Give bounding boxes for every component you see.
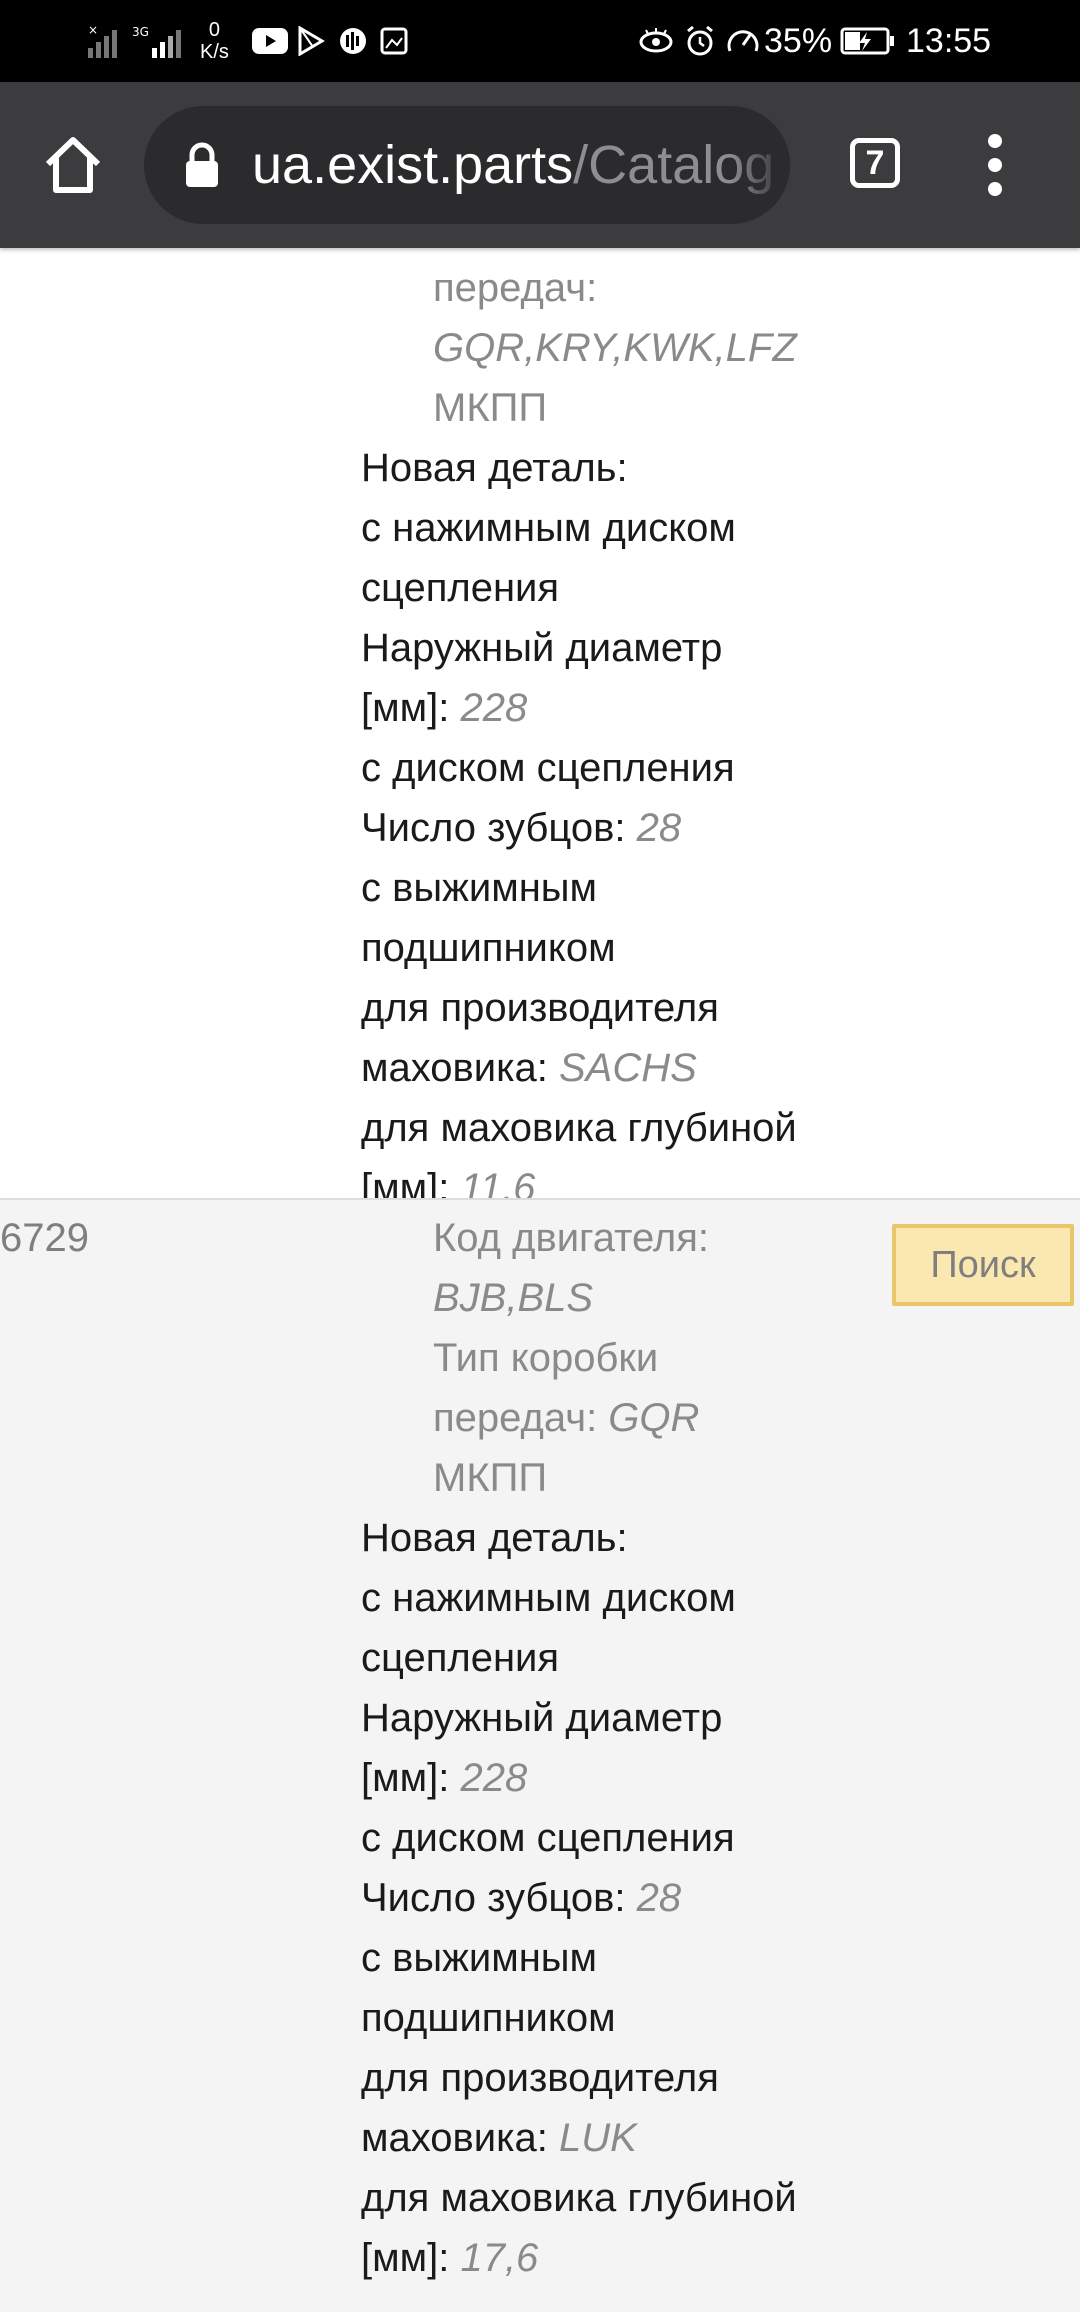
- address-bar[interactable]: ua.exist.parts/Catalog: [144, 106, 790, 224]
- detail-line: Новая деталь:: [361, 446, 628, 490]
- browser-toolbar: ua.exist.parts/Catalog 7: [0, 82, 1080, 248]
- detail-line: подшипником: [361, 1996, 616, 2040]
- eye-comfort-icon: [638, 0, 674, 82]
- lock-icon: [184, 142, 220, 188]
- page-content: передач: GQR,KRY,KWK,LFZ МКПП Новая дета…: [0, 248, 1080, 2312]
- gearbox-label: Тип коробки: [433, 1336, 659, 1380]
- detail-line: с диском сцепления: [361, 746, 735, 790]
- more-menu-icon[interactable]: [980, 134, 1010, 198]
- engine-codes: BJB,BLS: [433, 1276, 594, 1320]
- detail-line: подшипником: [361, 926, 616, 970]
- youtube-icon: [252, 0, 288, 82]
- detail-line: сцепления: [361, 566, 560, 610]
- detail-line: Число зубцов: 28: [361, 806, 682, 850]
- detail-line: маховика: SACHS: [361, 1046, 697, 1090]
- net-speed-unit: K/s: [200, 41, 229, 63]
- detail-line: Число зубцов: 28: [361, 1876, 682, 1920]
- play-store-icon: [296, 0, 326, 82]
- detail-line: Новая деталь:: [361, 1516, 628, 1560]
- detail-line: [мм]: 17,6: [361, 2236, 539, 2280]
- detail-line: с выжимным: [361, 866, 598, 910]
- signal-3g-icon: 3G: [132, 0, 188, 82]
- home-icon[interactable]: [38, 130, 108, 200]
- detail-line: с выжимным: [361, 1936, 598, 1980]
- alarm-icon: [684, 0, 716, 82]
- detail-line: с нажимным диском: [361, 506, 736, 550]
- detail-line: для маховика глубиной: [361, 1106, 797, 1150]
- url-host: ua.exist.parts: [252, 135, 574, 195]
- url-text[interactable]: ua.exist.parts/Catalog: [252, 106, 774, 224]
- tab-switcher-button[interactable]: 7: [850, 138, 900, 188]
- search-button[interactable]: Поиск: [892, 1224, 1074, 1306]
- svg-text:×: ×: [88, 24, 98, 37]
- detail-line: с нажимным диском: [361, 1576, 736, 1620]
- net-speed: 0 K/s: [200, 0, 229, 82]
- clock: 13:55: [906, 21, 992, 60]
- detail-line: с диском сцепления: [361, 1816, 735, 1860]
- catalog-item: передач: GQR,KRY,KWK,LFZ МКПП Новая дета…: [0, 248, 1080, 1210]
- transmission-type: МКПП: [433, 1456, 548, 1500]
- detail-line: [мм]: 228: [361, 686, 528, 730]
- detail-line: для производителя: [361, 986, 719, 1030]
- detail-line: Наружный диаметр: [361, 1696, 723, 1740]
- gallery-icon: [380, 0, 408, 82]
- status-bar: × 3G 0 K/s 35% 13:55: [0, 0, 1080, 82]
- gearbox-codes: передач: GQR: [433, 1396, 700, 1440]
- detail-line: для маховика глубиной: [361, 2176, 797, 2220]
- network-type: 3G: [132, 25, 149, 39]
- signal-icon: ×: [88, 0, 124, 82]
- detail-line: Наружный диаметр: [361, 626, 723, 670]
- battery-percent: 35%: [764, 21, 833, 60]
- detail-line: [мм]: 228: [361, 1756, 528, 1800]
- battery-charging-icon: [840, 0, 896, 82]
- engine-code-label: Код двигателя:: [433, 1216, 710, 1260]
- transmission-type: МКПП: [433, 386, 548, 430]
- detail-line: для производителя: [361, 2056, 719, 2100]
- gearbox-codes: GQR,KRY,KWK,LFZ: [433, 326, 797, 370]
- detail-line: сцепления: [361, 1636, 560, 1680]
- catalog-item: 6729 Поиск Код двигателя: BJB,BLS Тип ко…: [0, 1198, 1080, 2312]
- speed-icon: [726, 0, 760, 82]
- audio-app-icon: [338, 0, 368, 82]
- net-speed-value: 0: [208, 19, 221, 41]
- url-fade: [730, 106, 790, 224]
- gearbox-label: передач:: [433, 266, 598, 310]
- part-number[interactable]: 6729: [0, 1208, 89, 1268]
- detail-line: маховика: LUK: [361, 2116, 637, 2160]
